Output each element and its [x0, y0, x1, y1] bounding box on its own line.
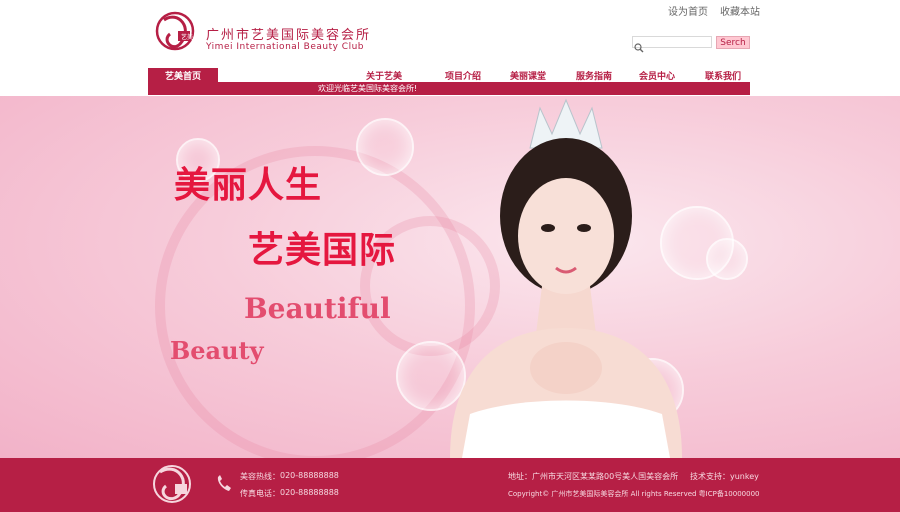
brand-logo[interactable]: 艺美: [154, 10, 196, 52]
footer-logo: [150, 462, 194, 506]
footer-copyright: Copyright© 广州市艺美国际美容会所 All rights Reserv…: [508, 490, 760, 498]
nav-item-beauty-class[interactable]: 美丽课堂: [506, 68, 550, 82]
fax-label: 传真电话：: [240, 489, 280, 498]
model-photo: [450, 98, 682, 458]
hero-headline-en-1: Beautiful: [244, 292, 391, 325]
nav-item-contact[interactable]: 联系我们: [701, 68, 745, 82]
bubble-decoration: [356, 118, 414, 176]
phone-value: 020-88888888: [280, 471, 339, 480]
nav-item-service-guide[interactable]: 服务指南: [572, 68, 616, 82]
bookmark-link[interactable]: 收藏本站: [720, 3, 760, 18]
brand-name-en: Yimei International Beauty Club: [206, 42, 364, 52]
footer-tech-support: 技术支持：yunkey: [690, 472, 759, 481]
logo-text: 艺美: [181, 34, 194, 41]
main-nav: 艺美首页 关于艺美 项目介绍 美丽课堂 服务指南 会员中心 联系我们: [148, 68, 750, 82]
news-ticker: 欢迎光临艺美国际美容会所!: [148, 82, 750, 95]
search-input[interactable]: [632, 36, 712, 48]
set-homepage-link[interactable]: 设为首页: [668, 3, 708, 18]
phone-label: 美容热线：: [240, 472, 280, 481]
hero-headline-en-2: Beauty: [170, 336, 264, 365]
hero-headline-cn-1: 美丽人生: [174, 165, 323, 206]
nav-item-member-center[interactable]: 会员中心: [635, 68, 679, 82]
phone-icon: [214, 474, 234, 494]
nav-item-home[interactable]: 艺美首页: [148, 68, 218, 82]
logo-emblem-icon: [153, 465, 191, 503]
bubble-decoration: [706, 238, 748, 280]
brand-name-cn: 广州市艺美国际美容会所: [206, 28, 372, 43]
search-icon: [634, 38, 644, 53]
search-button[interactable]: Serch: [716, 36, 750, 49]
hero-headline-cn-2: 艺美国际: [248, 230, 397, 271]
nav-item-projects[interactable]: 项目介绍: [441, 68, 485, 82]
footer-address: 地址：广州市天河区某某路00号美人国美容会所: [508, 472, 679, 481]
footer: 美容热线： 020-88888888 传真电话： 020-88888888 地址…: [0, 458, 900, 512]
fax-value: 020-88888888: [280, 488, 339, 497]
hero-banner: 美丽人生 艺美国际 Beautiful Beauty: [0, 96, 900, 458]
ticker-text: 欢迎光临艺美国际美容会所!: [318, 84, 418, 93]
search-bar: Serch: [632, 36, 750, 53]
logo-emblem-icon: [155, 11, 195, 51]
nav-item-about[interactable]: 关于艺美: [362, 68, 406, 82]
